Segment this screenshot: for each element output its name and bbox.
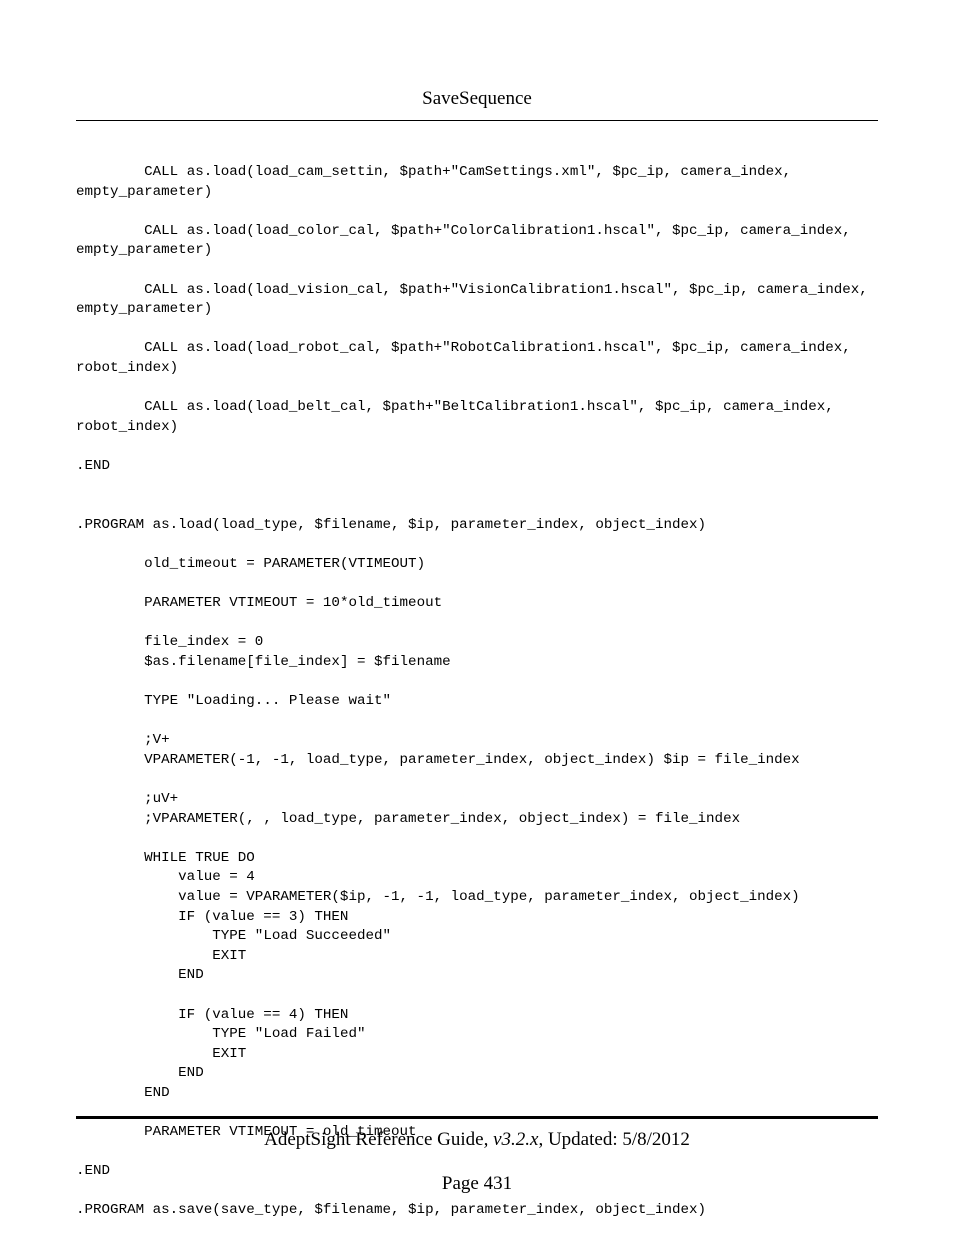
footer-text: AdeptSight Reference Guide, v3.2.x, Upda… [0, 1129, 954, 1151]
footer-version: , v3.2.x [484, 1129, 539, 1150]
footer-updated: , Updated: 5/8/2012 [538, 1129, 689, 1150]
footer-rule [76, 1116, 878, 1119]
footer-guide: AdeptSight Reference Guide [264, 1129, 483, 1150]
header-title: SaveSequence [422, 88, 532, 109]
document-page: SaveSequence CALL as.load(load_cam_setti… [0, 0, 954, 1235]
code-block: CALL as.load(load_cam_settin, $path+"Cam… [76, 163, 878, 1221]
page-number: Page 431 [0, 1173, 954, 1195]
page-header: SaveSequence [76, 88, 878, 121]
page-number-label: Page 431 [442, 1173, 512, 1194]
